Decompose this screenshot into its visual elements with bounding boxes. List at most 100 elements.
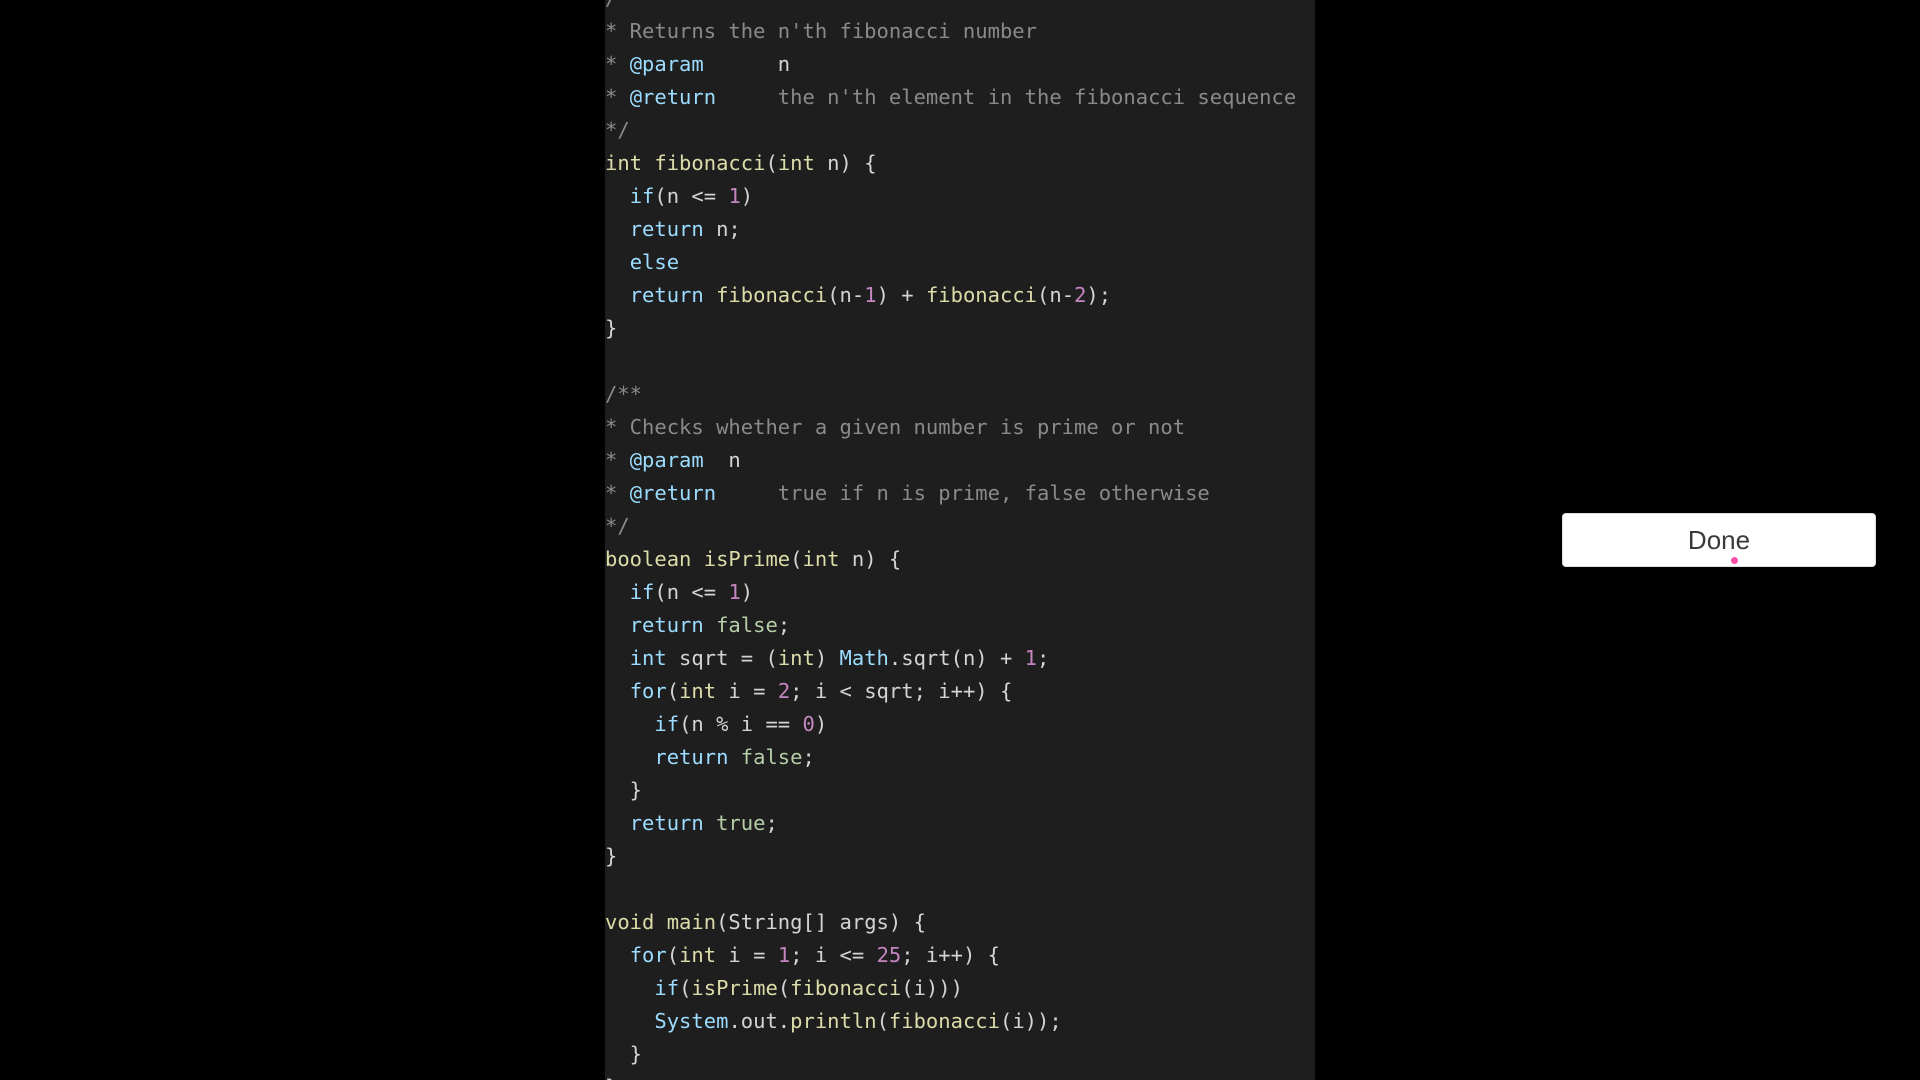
- code-line: int sqrt = (int) Math.sqrt(n) + 1;: [605, 642, 1050, 675]
- code-token: @param: [629, 52, 704, 76]
- code-token: 1: [1024, 646, 1038, 670]
- code-token: int: [777, 646, 815, 670]
- code-token: System: [654, 1009, 729, 1033]
- code-token: int: [629, 646, 667, 670]
- code-token: ;: [777, 613, 791, 637]
- code-token: n: [703, 448, 741, 472]
- code-token: (n-: [827, 283, 865, 307]
- code-token: (n <=: [654, 184, 729, 208]
- code-token: int: [679, 943, 717, 967]
- code-line: * @return the n'th element in the fibona…: [605, 81, 1296, 114]
- code-token: int: [605, 151, 655, 175]
- code-token: else: [629, 250, 680, 274]
- code-line: }: [605, 1071, 617, 1080]
- code-line: else: [605, 246, 679, 279]
- code-line: return true;: [605, 807, 778, 840]
- code-token: return: [629, 283, 704, 307]
- code-line: /: [605, 0, 617, 15]
- code-token: println: [790, 1009, 877, 1033]
- code-token: fibonacci: [888, 1009, 1000, 1033]
- code-token: }: [605, 844, 618, 868]
- code-line: void main(String[] args) {: [605, 906, 926, 939]
- code-token: ): [814, 646, 840, 670]
- code-token: n) {: [814, 151, 877, 175]
- code-token: (n-: [1037, 283, 1075, 307]
- code-token: .sqrt(n) +: [888, 646, 1025, 670]
- code-token: (: [777, 976, 791, 1000]
- code-token: true: [716, 811, 766, 835]
- code-token: int: [802, 547, 840, 571]
- code-line: return false;: [605, 609, 790, 642]
- code-token: (n % i ==: [679, 712, 803, 736]
- code-token: fibonacci: [790, 976, 902, 1000]
- code-token: .out.: [728, 1009, 791, 1033]
- code-token: (i))): [901, 976, 963, 1000]
- code-token: 2: [1074, 283, 1087, 307]
- code-line: */: [605, 114, 630, 147]
- code-token: (String[] args) {: [716, 910, 926, 934]
- code-token: true if n is prime, false otherwise: [716, 481, 1210, 505]
- code-token: ;: [1037, 646, 1050, 670]
- code-token: *: [605, 85, 630, 109]
- code-token: return: [629, 217, 704, 241]
- code-line: }: [605, 312, 617, 345]
- code-line: if(n % i == 0): [605, 708, 827, 741]
- code-token: *: [605, 448, 630, 472]
- code-line: return fibonacci(n-1) + fibonacci(n-2);: [605, 279, 1111, 312]
- code-token: 2: [777, 679, 791, 703]
- code-token: ): [740, 580, 754, 604]
- code-token: isPrime: [703, 547, 791, 571]
- code-token: int: [777, 151, 815, 175]
- code-token: if: [629, 184, 655, 208]
- code-token: */: [605, 514, 630, 538]
- code-line: }: [605, 840, 617, 873]
- code-token: * Checks whether a given number is prime…: [605, 415, 1186, 439]
- done-button[interactable]: Done: [1562, 513, 1876, 567]
- code-token: @param: [629, 448, 704, 472]
- code-token: }: [605, 316, 618, 340]
- code-token: 1: [728, 580, 741, 604]
- code-token: return: [654, 745, 729, 769]
- code-token: fibonacci: [716, 283, 828, 307]
- code-token: 25: [876, 943, 902, 967]
- code-token: ; i < sqrt; i++) {: [790, 679, 1013, 703]
- code-line: if(n <= 1): [605, 576, 753, 609]
- code-editor[interactable]: / * Returns the n'th fibonacci number * @p…: [605, 0, 1315, 1080]
- code-token: n: [703, 52, 791, 76]
- code-token: i =: [716, 679, 778, 703]
- code-token: return: [629, 613, 704, 637]
- code-token: false: [716, 613, 778, 637]
- code-token: false: [740, 745, 803, 769]
- code-token: (: [790, 547, 803, 571]
- code-token: n;: [703, 217, 741, 241]
- code-line: boolean isPrime(int n) {: [605, 543, 901, 576]
- code-token: *: [605, 481, 630, 505]
- code-line: * @return true if n is prime, false othe…: [605, 477, 1210, 510]
- code-token: }: [605, 1042, 643, 1066]
- code-token: }: [605, 1075, 617, 1080]
- code-line: */: [605, 510, 630, 543]
- code-token: fibonacci: [654, 151, 766, 175]
- code-token: ;: [802, 745, 815, 769]
- code-line: System.out.println(fibonacci(i));: [605, 1005, 1061, 1038]
- code-token: sqrt = (: [666, 646, 778, 670]
- code-token: fibonacci: [925, 283, 1038, 307]
- code-token: ): [814, 712, 828, 736]
- code-token: ) +: [876, 283, 926, 307]
- code-token: i =: [716, 943, 778, 967]
- code-token: (: [679, 976, 692, 1000]
